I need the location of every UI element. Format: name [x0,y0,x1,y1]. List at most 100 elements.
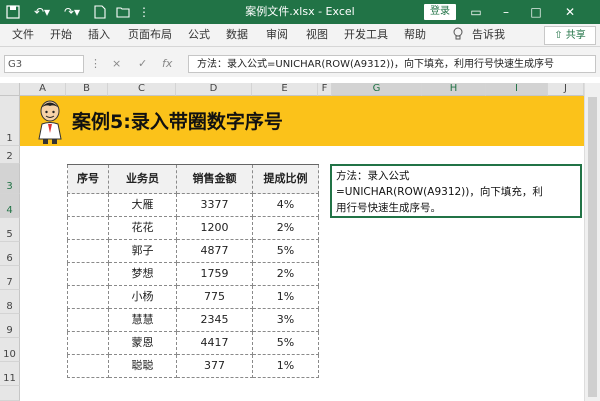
cell-sales-amount[interactable]: 4877 [176,239,253,263]
row-header-5[interactable]: 5 [0,218,20,242]
vertical-scrollbar[interactable] [584,83,600,401]
share-button[interactable]: ⇧ 共享 [544,26,596,45]
cell-commission-rate[interactable]: 1% [252,354,319,378]
cell-index[interactable] [67,239,109,263]
tab-file[interactable]: 文件 [12,24,34,46]
cell-salesperson[interactable]: 蒙恩 [108,331,177,355]
cell-salesperson[interactable]: 聪聪 [108,354,177,378]
cell-commission-rate[interactable]: 2% [252,262,319,286]
cell-salesperson[interactable]: 郭子 [108,239,177,263]
header-salesperson[interactable]: 业务员 [108,164,177,194]
cell-sales-amount[interactable]: 3377 [176,193,253,217]
cell-commission-rate[interactable]: 1% [252,285,319,309]
column-header-b[interactable]: B [66,83,108,96]
table-row: 郭子 4877 5% [67,239,319,263]
cell-sales-amount[interactable]: 1759 [176,262,253,286]
column-header-i[interactable]: I [486,83,548,96]
table-row: 慧慧 2345 3% [67,308,319,332]
cell-salesperson[interactable]: 花花 [108,216,177,240]
cell-sales-amount[interactable]: 1200 [176,216,253,240]
table-row: 蒙恩 4417 5% [67,331,319,355]
row-header-12[interactable] [0,386,20,401]
header-sales-amount[interactable]: 销售金额 [176,164,253,194]
header-index[interactable]: 序号 [67,164,109,194]
cell-commission-rate[interactable]: 3% [252,308,319,332]
tab-review[interactable]: 审阅 [266,24,288,46]
row-header-9[interactable]: 9 [0,314,20,338]
cell-salesperson[interactable]: 慧慧 [108,308,177,332]
column-header-c[interactable]: C [108,83,176,96]
enter-icon[interactable]: ✓ [138,55,147,73]
row-header-2[interactable]: 2 [0,146,20,164]
login-button[interactable]: 登录 [424,4,456,20]
column-header-f[interactable]: F [318,83,332,96]
select-all-corner[interactable] [0,83,20,96]
share-label: 共享 [565,30,586,41]
row-header-11[interactable]: 11 [0,362,20,386]
column-header-e[interactable]: E [252,83,318,96]
cell-commission-rate[interactable]: 5% [252,239,319,263]
cell-commission-rate[interactable]: 5% [252,331,319,355]
close-icon[interactable]: ✕ [556,0,584,24]
minimize-icon[interactable]: – [492,0,520,24]
tab-insert[interactable]: 插入 [88,24,110,46]
tab-formulas[interactable]: 公式 [188,24,210,46]
formula-input[interactable]: 方法：录入公式=UNICHAR(ROW(A9312))，向下填充，利用行号快速生… [188,55,596,73]
method-note-cell[interactable]: 方法：录入公式 =UNICHAR(ROW(A9312))，向下填充，利 用行号快… [330,164,582,218]
tab-view[interactable]: 视图 [306,24,328,46]
column-header-g[interactable]: G [332,83,422,96]
row-header-3[interactable]: 3 [0,164,20,194]
tab-page-layout[interactable]: 页面布局 [128,24,172,46]
cell-sales-amount[interactable]: 2345 [176,308,253,332]
tab-data[interactable]: 数据 [226,24,248,46]
name-box[interactable]: G3 [4,55,84,73]
insert-function-icon[interactable]: fx [162,55,172,73]
cell-salesperson[interactable]: 大雁 [108,193,177,217]
column-header-h[interactable]: H [422,83,486,96]
note-line-2: =UNICHAR(ROW(A9312))，向下填充，利 [336,186,543,198]
tab-help[interactable]: 帮助 [404,24,426,46]
cancel-icon[interactable]: × [112,55,121,73]
cell-index[interactable] [67,331,109,355]
note-line-1: 方法：录入公式 [336,170,410,182]
more-options-icon: ⋮ [90,57,101,70]
maximize-icon[interactable]: □ [522,0,550,24]
note-line-3: 用行号快速生成序号。 [336,202,441,214]
cell-sales-amount[interactable]: 4417 [176,331,253,355]
tab-home[interactable]: 开始 [50,24,72,46]
lightbulb-icon [453,27,463,40]
cell-index[interactable] [67,354,109,378]
table-row: 小杨 775 1% [67,285,319,309]
cell-commission-rate[interactable]: 2% [252,216,319,240]
cell-salesperson[interactable]: 梦想 [108,262,177,286]
cell-sales-amount[interactable]: 377 [176,354,253,378]
cell-sales-amount[interactable]: 775 [176,285,253,309]
tab-developer[interactable]: 开发工具 [344,24,388,46]
banner-title: 案例5:录入带圈数字序号 [72,111,283,133]
cell-salesperson[interactable]: 小杨 [108,285,177,309]
tell-me-search[interactable]: 告诉我 [472,24,505,46]
table-header-row: 序号 业务员 销售金额 提成比例 [67,164,319,194]
row-header-8[interactable]: 8 [0,290,20,314]
scrollbar-thumb[interactable] [588,97,597,397]
header-commission-rate[interactable]: 提成比例 [252,164,319,194]
row-header-6[interactable]: 6 [0,242,20,266]
cell-index[interactable] [67,262,109,286]
sales-table: 序号 业务员 销售金额 提成比例 大雁 3377 4% 花花 1200 2% 郭… [67,164,319,378]
table-row: 花花 1200 2% [67,216,319,240]
row-header-4[interactable]: 4 [0,194,20,218]
ribbon-tabs: 文件 开始 插入 页面布局 公式 数据 审阅 视图 开发工具 帮助 告诉我 ⇧ … [0,24,600,47]
cell-index[interactable] [67,216,109,240]
column-header-a[interactable]: A [20,83,66,96]
row-header-1[interactable]: 1 [0,96,20,146]
ribbon-display-icon[interactable]: ▭ [462,0,490,24]
row-header-7[interactable]: 7 [0,266,20,290]
cell-index[interactable] [67,308,109,332]
column-header-d[interactable]: D [176,83,252,96]
row-header-10[interactable]: 10 [0,338,20,362]
cell-commission-rate[interactable]: 4% [252,193,319,217]
cell-index[interactable] [67,285,109,309]
column-header-j[interactable]: J [548,83,584,96]
cell-index[interactable] [67,193,109,217]
share-icon: ⇧ [554,30,563,41]
